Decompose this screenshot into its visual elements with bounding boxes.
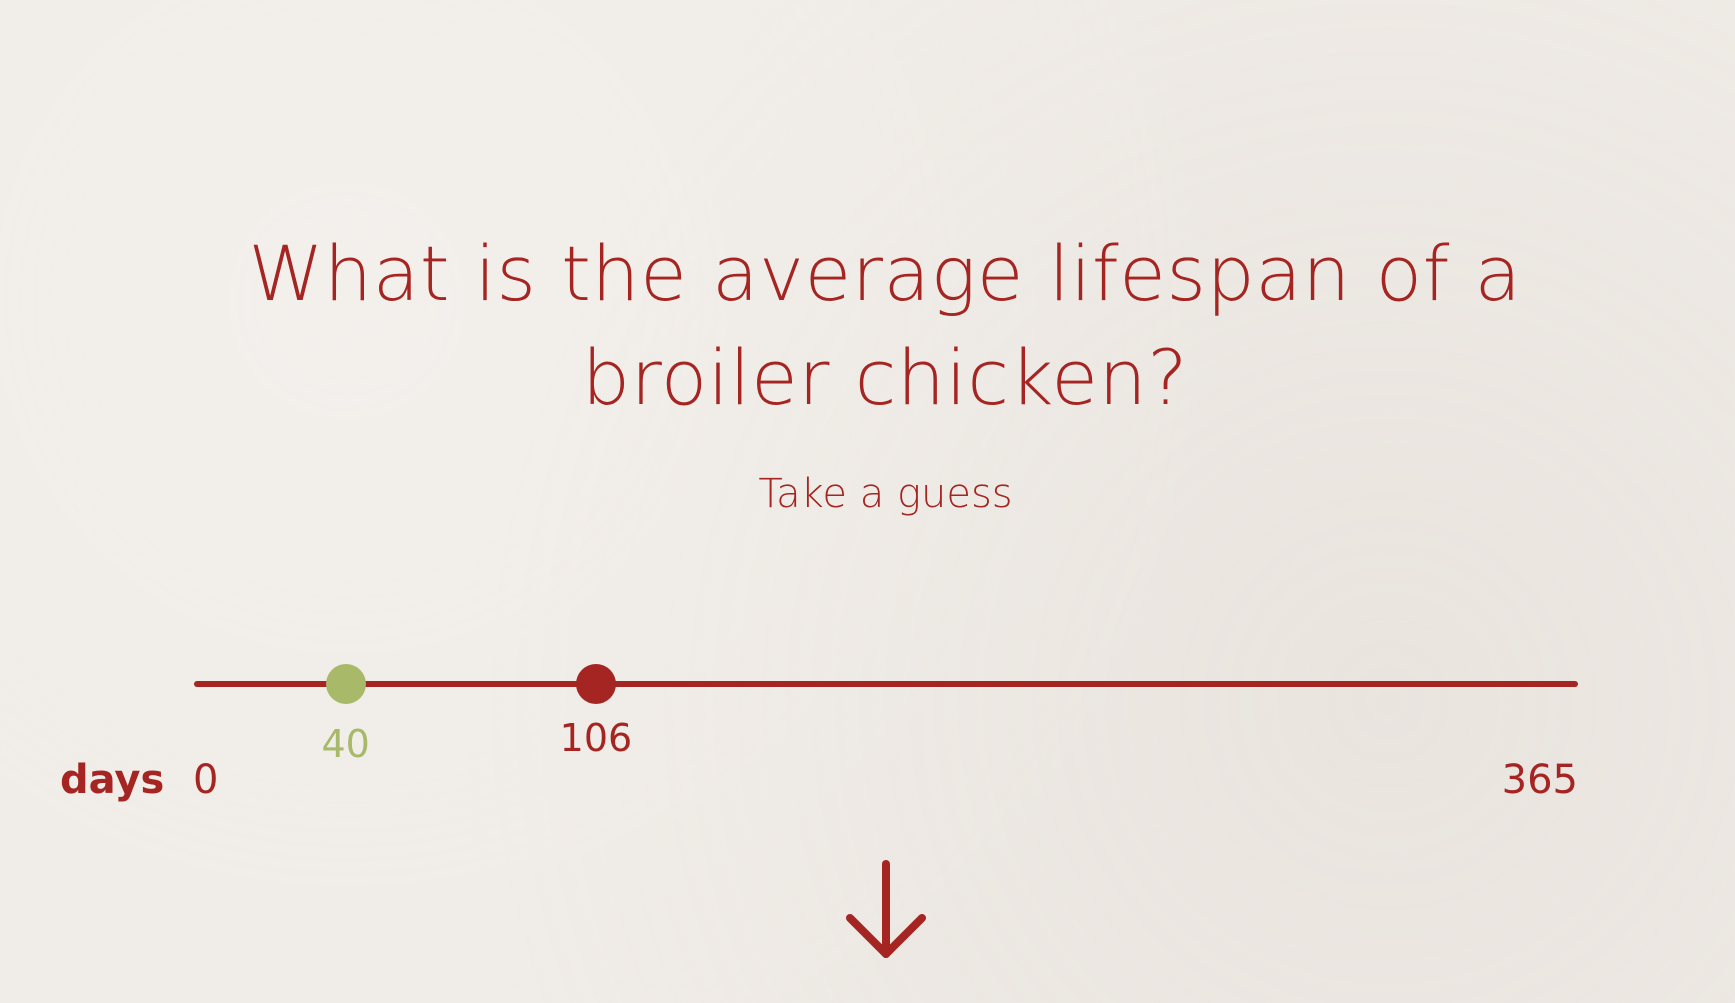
arrow-down-icon — [846, 860, 926, 958]
answer-marker — [325, 664, 366, 704]
quiz-page: What is the average lifespan of a broile… — [0, 0, 1735, 1003]
scroll-down-button[interactable] — [842, 860, 930, 964]
slider-track[interactable] — [194, 681, 1578, 687]
guess-value-label: 106 — [559, 716, 633, 760]
question-heading: What is the average lifespan of a broile… — [248, 229, 1522, 422]
slider-unit-label: days — [60, 757, 165, 803]
slider-max-label: 365 — [1501, 757, 1578, 803]
slider-min-label: 0 — [193, 757, 219, 803]
guess-slider-handle[interactable] — [575, 664, 616, 704]
question-subtitle: Take a guess — [758, 471, 1013, 517]
answer-value-label: 40 — [321, 722, 370, 766]
